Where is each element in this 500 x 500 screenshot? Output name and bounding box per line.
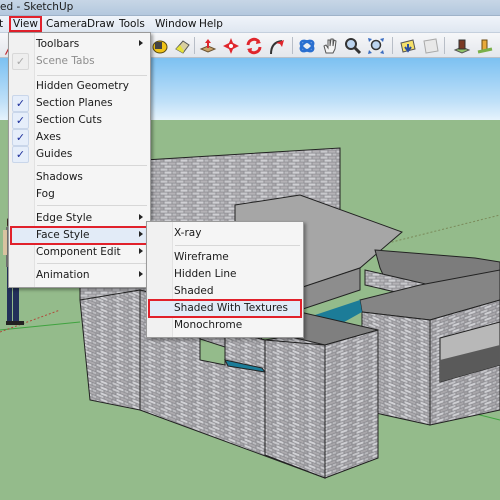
menu-item-toolbars[interactable]: Toolbars [11, 36, 148, 53]
menu-draw[interactable]: Draw [84, 17, 117, 31]
menu-item-label: Shaded With Textures [174, 302, 288, 314]
menu-item-x-ray[interactable]: X-ray [149, 225, 301, 242]
menu-item-wireframe[interactable]: Wireframe [149, 249, 301, 266]
menu-item-shaded[interactable]: Shaded [149, 283, 301, 300]
zoom-extents-icon[interactable] [366, 36, 386, 56]
submenu-arrow-icon [139, 231, 143, 237]
submenu-arrow-icon [139, 248, 143, 254]
toolbar-separator [194, 37, 195, 54]
menu-bar: t View Camera Draw Tools Window Help [0, 16, 500, 33]
face-style-submenu: X-ray Wireframe Hidden Line Shaded Shade… [146, 221, 304, 338]
menu-separator [37, 205, 147, 206]
menu-item-label: Face Style [36, 229, 90, 241]
menu-item-label: Hidden Line [174, 268, 237, 280]
checkmark-icon: ✓ [12, 95, 29, 112]
menu-item-scene-tabs[interactable]: ✓ Scene Tabs [11, 53, 148, 70]
component-icon[interactable] [475, 36, 495, 56]
submenu-arrow-icon [139, 214, 143, 220]
submenu-arrow-icon [139, 271, 143, 277]
toolbar-separator [444, 37, 445, 54]
menu-item-label: Hidden Geometry [36, 80, 129, 92]
front-block-face [264, 339, 326, 479]
rotate-icon[interactable] [244, 36, 264, 56]
menu-item-label: Shaded [174, 285, 214, 297]
menu-separator [175, 245, 300, 246]
menu-item-hidden-geometry[interactable]: Hidden Geometry [11, 78, 148, 95]
menu-item-label: Axes [36, 131, 62, 143]
menu-item-label: X-ray [174, 227, 202, 239]
window-title: ed - SketchUp [0, 1, 74, 13]
move-icon[interactable] [221, 36, 241, 56]
menu-separator [37, 165, 147, 166]
menu-item-label: Section Cuts [36, 114, 102, 126]
menu-item-label: Shadows [36, 171, 83, 183]
push-pull-icon[interactable] [198, 36, 218, 56]
menu-item-label: Toolbars [36, 38, 80, 50]
menu-item-label: Section Planes [36, 97, 113, 109]
dotted-axis-line [379, 214, 500, 246]
menu-item-label: Scene Tabs [36, 55, 95, 67]
menu-item-animation[interactable]: Animation [11, 267, 148, 284]
view-menu: Toolbars ✓ Scene Tabs Hidden Geometry ✓ … [8, 32, 151, 288]
menu-item-face-style[interactable]: Face Style [10, 226, 149, 245]
toolbar-separator [292, 37, 293, 54]
menu-view[interactable]: View [9, 16, 42, 32]
eraser-icon[interactable] [172, 36, 192, 56]
checkmark-icon: ✓ [12, 146, 29, 163]
menu-separator [37, 263, 147, 264]
menu-tools[interactable]: Tools [116, 17, 148, 31]
menu-item-fog[interactable]: Fog [11, 186, 148, 203]
menu-item-shaded-with-textures[interactable]: Shaded With Textures [148, 299, 302, 318]
front-block-side [324, 329, 379, 479]
menu-item-label: Guides [36, 148, 73, 160]
3d-warehouse-icon[interactable] [452, 36, 472, 56]
menu-help[interactable]: Help [196, 17, 226, 31]
menu-item-edge-style[interactable]: Edge Style [11, 210, 148, 227]
get-models-icon[interactable] [398, 36, 418, 56]
left-block-face [79, 289, 141, 411]
menu-item-label: Wireframe [174, 251, 229, 263]
menu-item-label: Animation [36, 269, 90, 281]
submenu-arrow-icon [139, 40, 143, 46]
share-model-icon[interactable] [421, 36, 441, 56]
menu-item-label: Monochrome [174, 319, 243, 331]
menu-item-shadows[interactable]: Shadows [11, 169, 148, 186]
menu-item-label: Fog [36, 188, 55, 200]
menu-item-section-cuts[interactable]: ✓ Section Cuts [11, 112, 148, 129]
pan-icon[interactable] [320, 36, 340, 56]
menu-edit-partial[interactable]: t [0, 17, 6, 31]
paint-bucket-icon[interactable] [150, 36, 170, 56]
checkmark-icon: ✓ [12, 53, 29, 70]
menu-item-hidden-line[interactable]: Hidden Line [149, 266, 301, 283]
menu-separator [37, 75, 147, 76]
title-bar: ed - SketchUp [0, 0, 500, 16]
menu-item-axes[interactable]: ✓ Axes [11, 129, 148, 146]
menu-item-label: Edge Style [36, 212, 93, 224]
zoom-icon[interactable] [343, 36, 363, 56]
menu-item-section-planes[interactable]: ✓ Section Planes [11, 95, 148, 112]
follow-me-icon[interactable] [267, 36, 287, 56]
menu-item-component-edit[interactable]: Component Edit [11, 244, 148, 261]
checkmark-icon: ✓ [12, 129, 29, 146]
menu-item-monochrome[interactable]: Monochrome [149, 317, 301, 334]
checkmark-icon: ✓ [12, 112, 29, 129]
toolbar-separator [392, 37, 393, 54]
menu-item-guides[interactable]: ✓ Guides [11, 146, 148, 163]
menu-window[interactable]: Window [152, 17, 199, 31]
orbit-icon[interactable] [297, 36, 317, 56]
menu-item-label: Component Edit [36, 246, 121, 258]
